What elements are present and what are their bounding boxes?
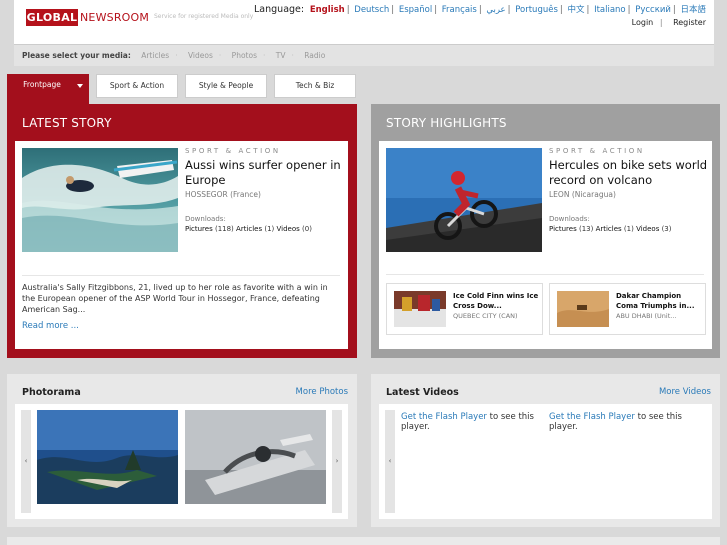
more-videos-link[interactable]: More Videos — [659, 387, 711, 397]
articles-count: (1) — [623, 225, 634, 233]
register-link[interactable]: Register — [673, 18, 706, 27]
photorama-title: Photorama — [22, 387, 81, 398]
chevron-down-icon[interactable] — [77, 84, 83, 88]
ice-cross-thumbnail — [394, 291, 446, 327]
videos-count: (0) — [302, 225, 312, 233]
login-link[interactable]: Login — [632, 18, 654, 27]
language-japanese[interactable]: 日本語 — [680, 5, 706, 15]
pictures-link[interactable]: Pictures — [549, 225, 577, 233]
get-flash-player-link[interactable]: Get the Flash Player — [401, 412, 487, 422]
get-flash-player-link[interactable]: Get the Flash Player — [549, 412, 635, 422]
articles-link[interactable]: Articles — [236, 225, 262, 233]
photo-aircraft[interactable] — [185, 410, 326, 504]
articles-count: (1) — [264, 225, 275, 233]
photorama-carousel: ‹ › — [15, 404, 348, 519]
tab-frontpage[interactable]: Frontpage — [7, 74, 89, 104]
pictures-count: (13) — [578, 225, 594, 233]
logo-newsroom[interactable]: NEWSROOM — [80, 9, 149, 26]
story-category: SPORT & ACTION — [549, 147, 645, 155]
logo-tagline: Service for registered Media only — [154, 13, 254, 20]
language-label: Language: — [254, 4, 305, 15]
media-tv[interactable]: TV — [276, 51, 286, 60]
story-highlights-title: STORY HIGHLIGHTS — [386, 116, 507, 130]
media-photos[interactable]: Photos — [232, 51, 257, 60]
divider — [386, 274, 704, 275]
language-english[interactable]: English — [310, 5, 345, 15]
pictures-count: (118) — [214, 225, 234, 233]
videos-link[interactable]: Videos — [636, 225, 659, 233]
photorama-panel: Photorama More Photos ‹ › — [7, 374, 357, 527]
videos-carousel: ‹ Get the Flash Player to see this playe… — [379, 404, 712, 519]
media-articles[interactable]: Articles — [141, 51, 169, 60]
media-selector-bar: Please select your media: Articles · Vide… — [14, 44, 714, 66]
footer-strip — [7, 537, 720, 545]
site-header: GLOBAL NEWSROOM Service for registered M… — [14, 0, 714, 44]
highlight-title: Dakar Champion Coma Triumphs in... — [616, 292, 695, 310]
carousel-next-button[interactable]: › — [332, 410, 342, 513]
latest-videos-title: Latest Videos — [386, 387, 459, 398]
carousel-prev-button[interactable]: ‹ — [385, 410, 395, 513]
highlight-location: QUEBEC CITY (CAN) — [453, 312, 518, 320]
language-italiano[interactable]: Italiano — [594, 5, 626, 15]
tab-style-people[interactable]: Style & People — [185, 74, 267, 98]
story-excerpt: Australia's Sally Fitzgibbons, 21, lived… — [22, 283, 328, 314]
story-highlights-card: SPORT & ACTION Hercules on bike sets wor… — [379, 141, 712, 349]
downloads-counts: Pictures (118) Articles (1) Videos (0) — [185, 225, 312, 233]
flash-player-placeholder: Get the Flash Player to see this player. — [401, 412, 541, 432]
tab-frontpage-label: Frontpage — [23, 80, 61, 89]
highlight-card-dakar[interactable]: Dakar Champion Coma Triumphs in... ABU D… — [549, 283, 706, 335]
language-espanol[interactable]: Español — [399, 5, 432, 15]
tab-sport-action[interactable]: Sport & Action — [96, 74, 178, 98]
latest-story-title: LATEST STORY — [22, 116, 112, 130]
account-links: Login | Register — [631, 18, 706, 27]
logo-global[interactable]: GLOBAL — [26, 9, 78, 26]
carousel-prev-button[interactable]: ‹ — [21, 410, 31, 513]
language-arabic[interactable]: عربي — [486, 5, 505, 15]
language-russian[interactable]: Русский — [635, 5, 671, 15]
story-location: HOSSEGOR (France) — [185, 190, 261, 199]
flash-player-placeholder: Get the Flash Player to see this player. — [549, 412, 689, 432]
photo-rio[interactable] — [37, 410, 178, 504]
language-selector: Language: English | Deutsch | Español | Fra… — [254, 4, 706, 15]
pictures-link[interactable]: Pictures — [185, 225, 213, 233]
latest-videos-panel: Latest Videos More Videos ‹ Get the Flas… — [371, 374, 720, 527]
articles-link[interactable]: Articles — [596, 225, 622, 233]
videos-count: (3) — [661, 225, 672, 233]
language-portugues[interactable]: Português — [515, 5, 558, 15]
story-category: SPORT & ACTION — [185, 147, 281, 155]
story-title-link[interactable]: Hercules on bike sets world record on vo… — [549, 158, 711, 188]
dakar-thumbnail — [557, 291, 609, 327]
divider — [22, 275, 340, 276]
highlight-title: Ice Cold Finn wins Ice Cross Dow... — [453, 292, 539, 310]
downloads-label: Downloads: — [549, 215, 590, 223]
language-chinese[interactable]: 中文 — [567, 5, 584, 15]
page: GLOBAL NEWSROOM Service for registered M… — [0, 0, 727, 545]
story-title-link[interactable]: Aussi wins surfer opener in Europe — [185, 158, 347, 188]
highlight-location: ABU DHABI (Unit... — [616, 312, 677, 320]
surfer-image[interactable] — [22, 148, 178, 252]
latest-story-card: SPORT & ACTION Aussi wins surfer opener … — [15, 141, 348, 349]
language-deutsch[interactable]: Deutsch — [354, 5, 389, 15]
read-more-link[interactable]: Read more ... — [22, 321, 79, 331]
downloads-label: Downloads: — [185, 215, 226, 223]
videos-link[interactable]: Videos — [277, 225, 300, 233]
tab-tech-biz[interactable]: Tech & Biz — [274, 74, 356, 98]
latest-story-panel: LATEST STORY SPORT & ACTION Aussi wins s… — [7, 104, 357, 358]
media-radio[interactable]: Radio — [304, 51, 325, 60]
story-highlights-panel: STORY HIGHLIGHTS SPORT & ACTION Hercules — [371, 104, 720, 358]
media-selector-label: Please select your media: — [22, 51, 131, 60]
language-francais[interactable]: Français — [442, 5, 477, 15]
biker-image[interactable] — [386, 148, 542, 252]
highlight-card-ice-cross[interactable]: Ice Cold Finn wins Ice Cross Dow... QUEB… — [386, 283, 543, 335]
story-location: LEON (Nicaragua) — [549, 190, 616, 199]
downloads-counts: Pictures (13) Articles (1) Videos (3) — [549, 225, 672, 233]
more-photos-link[interactable]: More Photos — [296, 387, 348, 397]
media-videos[interactable]: Videos — [188, 51, 213, 60]
